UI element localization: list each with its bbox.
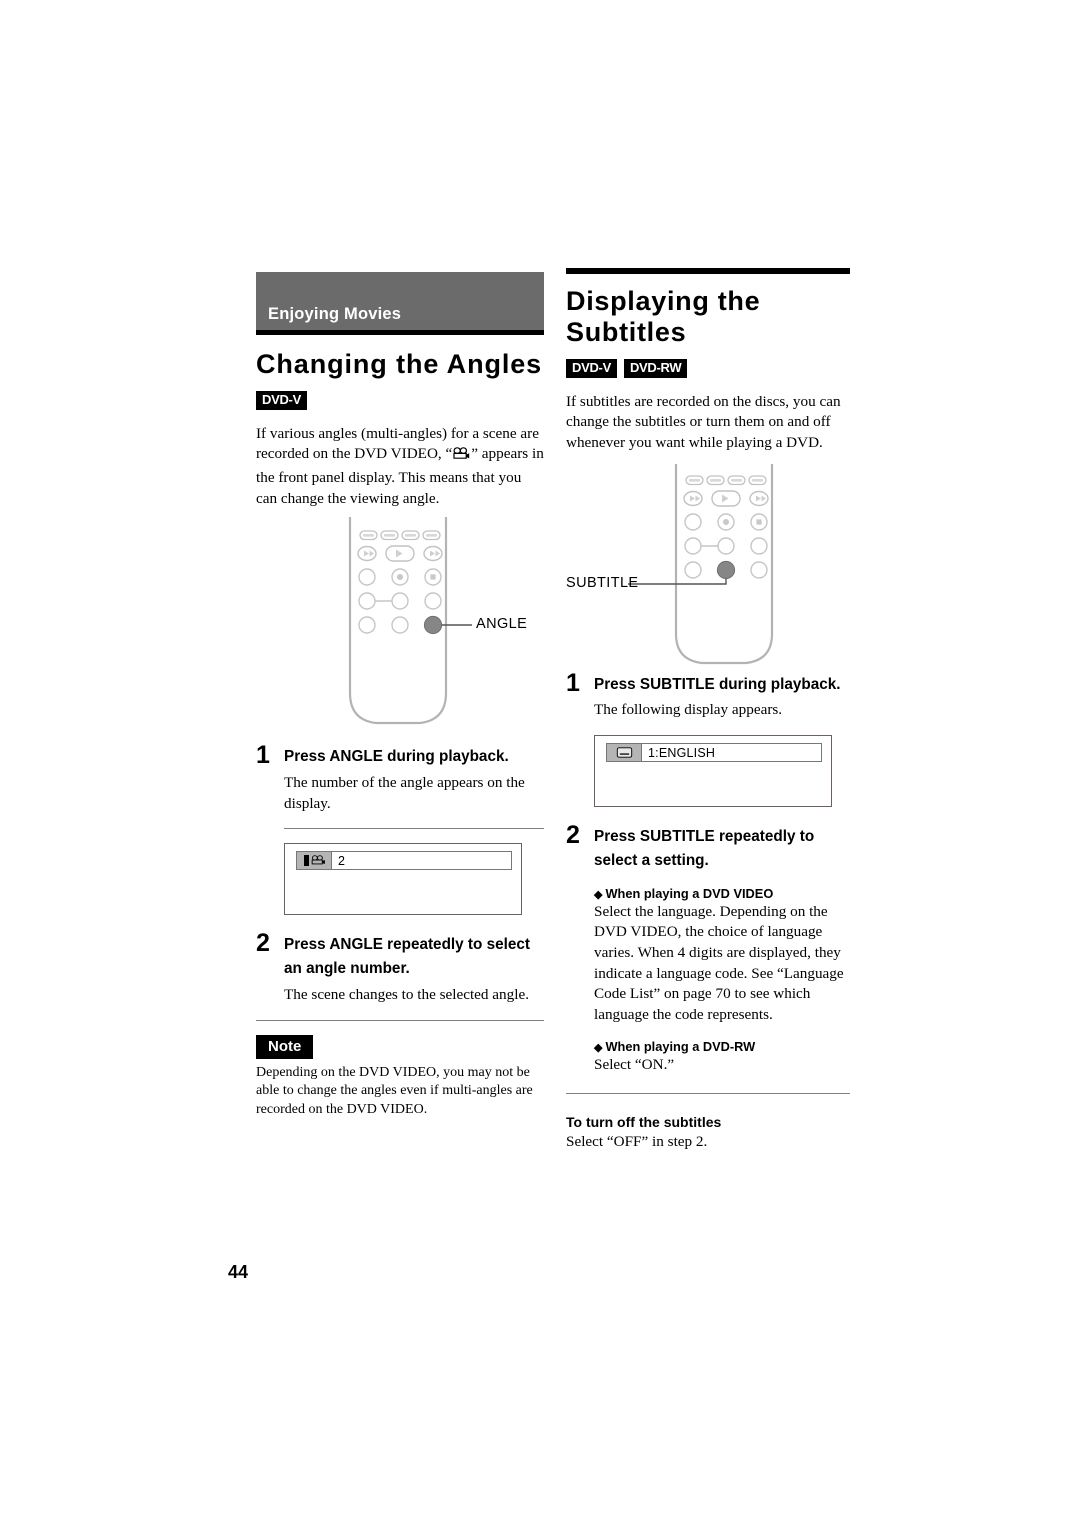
angle-osd-bar: 2: [296, 851, 512, 871]
dvd-video-subheading-text: When playing a DVD VIDEO: [605, 885, 774, 901]
section-banner: Enjoying Movies: [256, 272, 544, 335]
subtitle-osd-display: 1:ENGLISH: [594, 735, 832, 808]
manual-page: Enjoying Movies Changing the Angles DVD-…: [0, 0, 1080, 1528]
right-disc-badges: DVD-V DVD-RW: [566, 359, 850, 378]
angle-osd-chip: [297, 852, 332, 870]
note-body: Depending on the DVD VIDEO, you may not …: [256, 1064, 533, 1118]
left-step-1-number: 1: [256, 741, 270, 770]
page-number: 44: [228, 1262, 249, 1282]
turn-off-subtitles-heading: To turn off the subtitles: [566, 1114, 722, 1131]
dvd-video-body: Select the language. Depending on the DV…: [594, 902, 844, 1023]
osd-block-icon: [304, 855, 309, 867]
angle-osd-text: 2: [338, 853, 346, 868]
turn-off-subtitles-body: Select “OFF” in step 2.: [566, 1133, 708, 1151]
right-step-2-heading-line2: select a setting.: [594, 851, 709, 869]
subtitle-osd-bar: 1:ENGLISH: [606, 743, 822, 763]
remote-control-svg: [628, 463, 774, 664]
dvd-rw-body: Select “ON.”: [594, 1055, 675, 1073]
diamond-bullet-icon: ◆: [594, 1041, 603, 1054]
subtitle-osd-chip: [607, 744, 642, 762]
left-divider-1: [284, 828, 544, 830]
right-intro-paragraph: If subtitles are recorded on the discs, …: [566, 392, 841, 452]
right-column: Displaying the Subtitles DVD-V DVD-RW If…: [566, 268, 850, 1153]
right-step-2: 2 Press SUBTITLE repeatedly to select a …: [566, 821, 850, 872]
subtitle-callout-label: SUBTITLE: [566, 574, 639, 591]
left-step-1-description: The number of the angle appears on the d…: [284, 774, 525, 812]
left-intro-paragraph: If various angles (multi-angles) for a s…: [256, 424, 544, 510]
angle-callout-label: ANGLE: [476, 616, 528, 633]
note-block: Note Depending on the DVD VIDEO, you may…: [256, 1021, 544, 1120]
left-step-2: 2 Press ANGLE repeatedly to select an an…: [256, 929, 544, 1005]
subtitle-screen-icon: [616, 747, 632, 758]
left-step-2-heading-line1: Press ANGLE repeatedly to select: [284, 936, 530, 954]
left-step-2-number: 2: [256, 929, 270, 958]
right-top-rule: [566, 268, 850, 274]
angle-button: [423, 616, 443, 635]
left-disc-badges: DVD-V: [256, 391, 544, 410]
left-step-2-description: The scene changes to the selected angle.: [284, 985, 529, 1003]
dvd-video-subheading: ◆ When playing a DVD VIDEO: [594, 886, 850, 901]
left-section-title: Changing the Angles: [256, 349, 543, 379]
dvd-rw-subheading-text: When playing a DVD-RW: [605, 1038, 756, 1054]
diamond-bullet-icon: ◆: [594, 888, 603, 901]
angle-osd-display: 2: [284, 843, 522, 916]
badge-dvd-v: DVD-V: [566, 359, 617, 378]
note-tag: Note: [256, 1034, 314, 1059]
subtitle-button: [716, 560, 736, 579]
left-step-1: 1 Press ANGLE during playback. The numbe…: [256, 741, 544, 814]
right-divider-1: [566, 1093, 850, 1095]
section-banner-label: Enjoying Movies: [268, 305, 402, 323]
right-step-2-number: 2: [566, 821, 580, 850]
remote-diagram-subtitle: SUBTITLE: [566, 462, 850, 667]
right-step-2-heading-line1: Press SUBTITLE repeatedly to: [594, 828, 815, 846]
right-step-1-heading: Press SUBTITLE during playback.: [594, 675, 841, 693]
left-step-2-heading-line2: an angle number.: [284, 960, 410, 978]
angle-camera-icon: [453, 447, 470, 468]
right-step-1-description: The following display appears.: [594, 701, 783, 719]
subtitle-osd-text: 1:ENGLISH: [648, 745, 716, 760]
left-column: Enjoying Movies Changing the Angles DVD-…: [256, 272, 544, 1120]
remote-diagram-angle: ANGLE: [256, 515, 544, 727]
dvd-rw-subheading: ◆ When playing a DVD-RW: [594, 1039, 850, 1054]
right-step-1-number: 1: [566, 668, 580, 697]
left-step-1-heading: Press ANGLE during playback.: [284, 748, 509, 766]
badge-dvd-rw: DVD-RW: [623, 359, 688, 378]
right-step-1: 1 Press SUBTITLE during playback. The fo…: [566, 669, 850, 721]
right-section-title: Displaying the Subtitles: [566, 286, 761, 348]
angle-camera-icon: [311, 855, 325, 865]
badge-dvd-v: DVD-V: [256, 391, 307, 410]
